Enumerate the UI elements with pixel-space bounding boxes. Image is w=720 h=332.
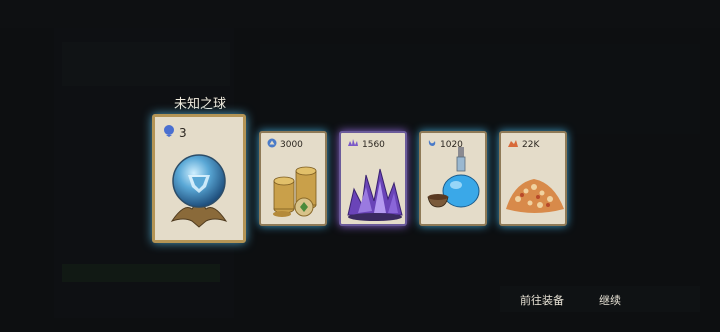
go-equip-button[interactable]: 前往装备 (520, 292, 564, 308)
reward-title: 未知之球 (173, 97, 226, 112)
orb-badge-icon (162, 124, 176, 141)
reward-count: 3000 (267, 138, 303, 151)
reward-count: 22K (507, 138, 539, 151)
crystal-cluster-icon (347, 168, 403, 221)
reward-card-orb[interactable]: 3 (152, 114, 246, 243)
continue-button[interactable]: 继续 (599, 292, 621, 308)
reward-card-crystals[interactable]: 1560 (339, 131, 407, 226)
potion-flask-icon (427, 147, 480, 208)
coin-stack-icon (273, 166, 317, 217)
reward-count: 3 (162, 124, 187, 141)
reward-count: 1560 (347, 138, 385, 151)
reward-card-coins[interactable]: 3000 (259, 131, 327, 226)
coin-icon (267, 138, 277, 151)
material-icon (507, 138, 519, 151)
crystal-icon (347, 138, 359, 151)
reward-card-potion[interactable]: 1020 (419, 131, 487, 226)
orb-icon (170, 154, 228, 228)
material-pile-icon (506, 179, 564, 213)
reward-card-material[interactable]: 22K (499, 131, 567, 226)
